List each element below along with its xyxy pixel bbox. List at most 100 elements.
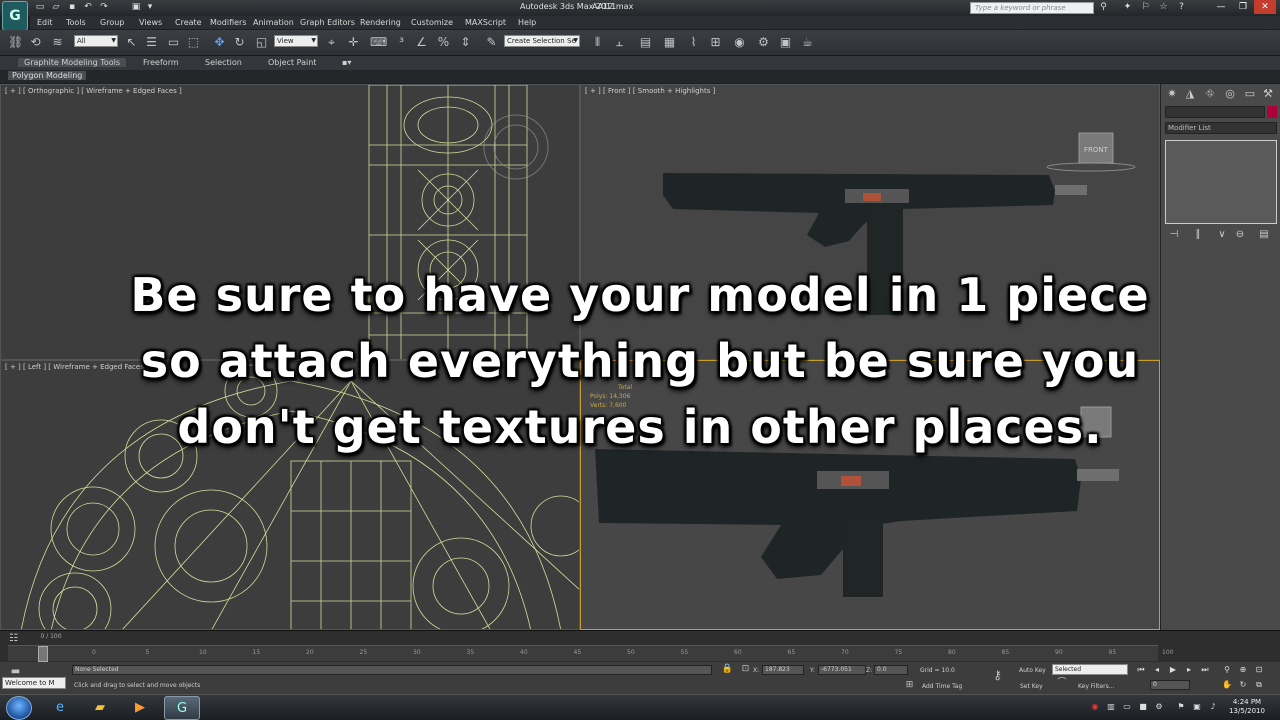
tray-settings-icon[interactable]: ⚙ — [1154, 702, 1164, 712]
window-crossing-icon[interactable]: ⬚ — [186, 35, 201, 50]
goto-start-icon[interactable]: ⏮ — [1136, 665, 1146, 675]
zoom-all-icon[interactable]: ⊕ — [1238, 665, 1248, 675]
start-button[interactable] — [6, 696, 32, 720]
zoom-icon[interactable]: ⚲ — [1222, 665, 1232, 675]
tray-window-icon[interactable]: ▭ — [1122, 702, 1132, 712]
keyboard-shortcut-icon[interactable]: ⌨ — [370, 35, 387, 50]
maximize-button[interactable]: ❐ — [1232, 0, 1254, 14]
rendered-frame-icon[interactable]: ▣ — [778, 35, 793, 50]
mirror-icon[interactable]: ⫴ — [590, 35, 605, 50]
tray-flag-icon[interactable]: ⚑ — [1176, 702, 1186, 712]
render-icon[interactable]: ☕ — [800, 35, 815, 50]
graphite-toggle-icon[interactable]: ▦ — [662, 35, 677, 50]
ribbon-options-icon[interactable]: ▪▾ — [342, 58, 351, 67]
y-coordinate-field[interactable]: -6773.051 — [818, 665, 866, 675]
play-icon[interactable]: ▶ — [1168, 665, 1178, 675]
menu-rendering[interactable]: Rendering — [360, 18, 401, 27]
help-icon[interactable]: ? — [1176, 2, 1187, 13]
spinner-snap-icon[interactable]: ⇕ — [458, 35, 473, 50]
bind-space-warp-icon[interactable]: ≋ — [50, 35, 65, 50]
absolute-mode-icon[interactable]: ⊡ — [738, 662, 753, 677]
save-file-icon[interactable]: ▪ — [66, 2, 78, 13]
time-slider-handle[interactable] — [38, 646, 48, 662]
mini-curve-editor-icon[interactable]: ☷ — [6, 631, 21, 646]
project-folder-icon[interactable]: ▣ — [130, 2, 142, 13]
tray-volume-icon[interactable]: ♪ — [1208, 702, 1218, 712]
tray-stop-icon[interactable]: ■ — [1138, 702, 1148, 712]
unlink-icon[interactable]: ⟲ — [28, 35, 43, 50]
favorites-icon[interactable]: ☆ — [1158, 2, 1169, 13]
pivot-center-icon[interactable]: ⌖ — [324, 35, 339, 50]
maxscript-listener-input[interactable]: Welcome to M — [2, 677, 66, 689]
render-setup-icon[interactable]: ⚙ — [756, 35, 771, 50]
named-selection-dropdown[interactable]: Create Selection Se ▼ — [504, 35, 580, 47]
menu-animation[interactable]: Animation — [253, 18, 294, 27]
zoom-extents-icon[interactable]: ⊡ — [1254, 665, 1264, 675]
menu-edit[interactable]: Edit — [37, 18, 53, 27]
internet-explorer-icon[interactable]: e — [42, 696, 78, 720]
previous-frame-icon[interactable]: ◂ — [1152, 665, 1162, 675]
close-button[interactable]: ✕ — [1254, 0, 1276, 14]
time-tag-icon[interactable]: ⊞ — [902, 678, 917, 693]
polygon-modeling-panel[interactable]: Polygon Modeling — [8, 71, 87, 80]
auto-key-button[interactable]: Auto Key — [1019, 667, 1046, 674]
display-tab-icon[interactable]: ▭ — [1243, 87, 1257, 101]
menu-customize[interactable]: Customize — [411, 18, 453, 27]
binoculars-icon[interactable]: ⚲ — [1098, 2, 1109, 13]
orbit-icon[interactable]: ↻ — [1238, 680, 1248, 690]
tray-network-icon[interactable]: ▥ — [1106, 702, 1116, 712]
menu-modifiers[interactable]: Modifiers — [210, 18, 247, 27]
object-name-field[interactable] — [1165, 106, 1265, 118]
curve-editor-icon[interactable]: ⌇ — [686, 35, 701, 50]
help-search-input[interactable]: Type a keyword or phrase — [970, 2, 1094, 14]
next-frame-icon[interactable]: ▸ — [1184, 665, 1194, 675]
manipulate-icon[interactable]: ✛ — [346, 35, 361, 50]
menu-group[interactable]: Group — [100, 18, 124, 27]
utilities-tab-icon[interactable]: ⚒ — [1261, 87, 1275, 101]
minimize-button[interactable]: — — [1210, 0, 1232, 14]
app-logo-button[interactable]: G — [2, 1, 28, 31]
undo-icon[interactable]: ↶ — [82, 2, 94, 13]
key-filters-button[interactable]: Key Filters... — [1078, 683, 1115, 690]
pin-stack-icon[interactable]: ⊣ — [1167, 229, 1181, 243]
viewport-label-orthographic[interactable]: [ + ] [ Orthographic ] [ Wireframe + Edg… — [5, 87, 182, 95]
layer-manager-icon[interactable]: ▤ — [638, 35, 653, 50]
menu-tools[interactable]: Tools — [66, 18, 86, 27]
schematic-view-icon[interactable]: ⊞ — [708, 35, 723, 50]
select-by-name-icon[interactable]: ☰ — [144, 35, 159, 50]
current-frame-field[interactable]: 0 — [1150, 680, 1190, 690]
show-end-result-icon[interactable]: ∥ — [1191, 229, 1205, 243]
rect-selection-icon[interactable]: ▭ — [166, 35, 181, 50]
make-unique-icon[interactable]: ∨ — [1215, 229, 1229, 243]
remove-modifier-icon[interactable]: ⊖ — [1233, 229, 1247, 243]
modifier-stack[interactable] — [1165, 140, 1277, 224]
align-icon[interactable]: ⫠ — [612, 35, 627, 50]
new-file-icon[interactable]: ▭ — [34, 2, 46, 13]
rotate-icon[interactable]: ↻ — [232, 35, 247, 50]
tray-display-icon[interactable]: ▣ — [1192, 702, 1202, 712]
key-icon[interactable]: ⚷ — [990, 668, 1005, 683]
open-file-icon[interactable]: ▱ — [50, 2, 62, 13]
system-clock[interactable]: 4:24 PM 13/5/2010 — [1222, 698, 1272, 716]
x-coordinate-field[interactable]: 187.823 — [762, 665, 804, 675]
viewport-label-front[interactable]: [ + ] [ Front ] [ Smooth + Highlights ] — [585, 87, 715, 95]
tab-object-paint[interactable]: Object Paint — [268, 58, 316, 67]
hierarchy-tab-icon[interactable]: ⛗ — [1203, 87, 1217, 101]
menu-help[interactable]: Help — [518, 18, 536, 27]
modify-tab-icon[interactable]: ◮ — [1183, 87, 1197, 101]
tab-selection[interactable]: Selection — [205, 58, 242, 67]
menu-create[interactable]: Create — [175, 18, 202, 27]
edit-named-selection-icon[interactable]: ✎ — [484, 35, 499, 50]
subscription-icon[interactable]: ✦ — [1122, 2, 1133, 13]
redo-icon[interactable]: ↷ — [98, 2, 110, 13]
default-tangent-icon[interactable]: ⌒ — [1052, 676, 1072, 691]
tab-freeform[interactable]: Freeform — [143, 58, 179, 67]
set-key-button[interactable]: Set Key — [1020, 683, 1043, 690]
tray-recorder-icon[interactable]: ◉ — [1090, 702, 1100, 712]
file-explorer-icon[interactable]: ▰ — [82, 696, 118, 720]
pan-icon[interactable]: ✋ — [1222, 680, 1232, 690]
configure-sets-icon[interactable]: ▤ — [1257, 229, 1271, 243]
scale-icon[interactable]: ◱ — [254, 35, 269, 50]
menu-graph-editors[interactable]: Graph Editors — [300, 18, 355, 27]
percent-snap-icon[interactable]: % — [436, 35, 451, 50]
